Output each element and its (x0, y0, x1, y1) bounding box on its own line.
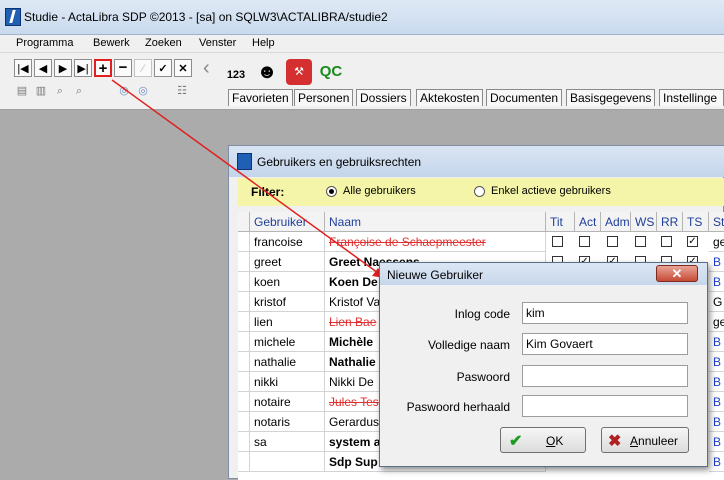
cancel-button-label: Annuleer (630, 434, 679, 448)
full-name-label: Volledige naam (427, 338, 510, 352)
password-input[interactable] (522, 365, 688, 387)
full-name-input[interactable]: Kim Govaert (522, 333, 688, 355)
dialog-close-button[interactable]: ✕ (656, 265, 698, 282)
ok-button-label: OK (546, 434, 564, 448)
password-label: Paswoord (456, 370, 510, 384)
password-repeat-label: Paswoord herhaald (406, 400, 510, 414)
cancel-button[interactable]: ✖ Annuleer (601, 427, 689, 453)
login-code-label: Inlog code (454, 307, 510, 321)
new-user-dialog: Nieuwe Gebruiker ✕ Inlog code kim Volled… (379, 262, 708, 467)
password-repeat-input[interactable] (522, 395, 688, 417)
cross-icon: ✖ (608, 433, 622, 450)
dialog-titlebar: Nieuwe Gebruiker ✕ (380, 263, 707, 285)
login-code-input[interactable]: kim (522, 302, 688, 324)
check-icon: ✔ (509, 433, 523, 450)
dialog-title: Nieuwe Gebruiker (387, 268, 484, 282)
ok-button[interactable]: ✔ OK (500, 427, 586, 453)
annotation-arrow-line (111, 79, 386, 279)
